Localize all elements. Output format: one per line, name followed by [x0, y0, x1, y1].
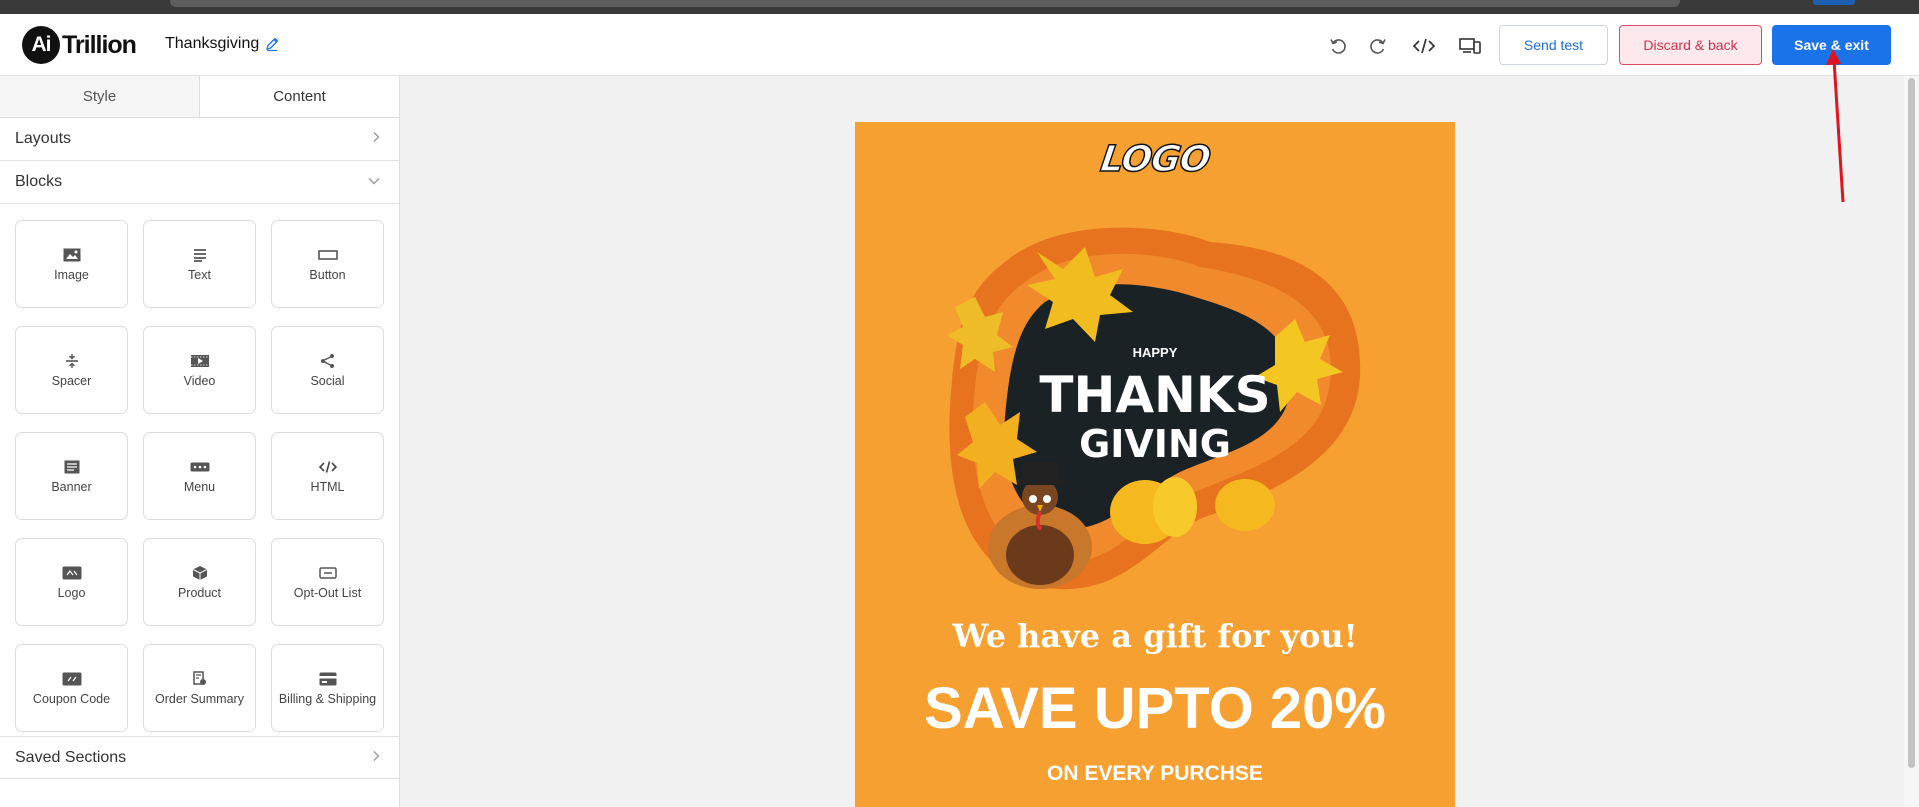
block-label: Coupon Code — [32, 692, 111, 706]
block-label: Text — [188, 268, 211, 282]
sidebar-tabs: Style Content — [0, 76, 399, 118]
hero-line1-text: THANKS — [1039, 366, 1270, 424]
block-label: Banner — [51, 480, 92, 494]
chevron-right-icon — [371, 749, 381, 767]
saved-sections-label: Saved Sections — [15, 748, 127, 766]
video-icon — [190, 352, 210, 370]
coupon-icon — [62, 670, 82, 688]
block-label: Button — [309, 268, 346, 282]
block-coupon-code[interactable]: Coupon Code — [15, 644, 128, 732]
block-spacer[interactable]: Spacer — [15, 326, 128, 414]
top-bar: Ai Trillion Thanksgiving Send test Disca… — [0, 14, 1919, 76]
thanksgiving-hero-image[interactable]: HAPPY THANKS GIVING — [945, 207, 1365, 602]
block-text[interactable]: Text — [143, 220, 256, 308]
block-label: Social — [310, 374, 345, 388]
redo-icon[interactable] — [1365, 33, 1391, 59]
code-view-icon[interactable] — [1411, 33, 1437, 59]
browser-address-strip — [170, 0, 1680, 7]
campaign-title: Thanksgiving — [165, 35, 280, 53]
block-label: Image — [54, 268, 89, 282]
save-exit-button[interactable]: Save & exit — [1772, 25, 1891, 65]
block-menu[interactable]: Menu — [143, 432, 256, 520]
brand-logo[interactable]: Ai Trillion — [22, 26, 137, 64]
block-label: HTML — [310, 480, 345, 494]
tab-style[interactable]: Style — [0, 76, 199, 117]
order-icon — [192, 670, 207, 688]
campaign-name: Thanksgiving — [165, 35, 260, 52]
canvas-scrollbar[interactable] — [1904, 76, 1919, 807]
browser-chrome-strip — [0, 0, 1919, 14]
hero-small-text: HAPPY — [1133, 345, 1178, 360]
block-logo[interactable]: Logo — [15, 538, 128, 626]
block-html[interactable]: HTML — [271, 432, 384, 520]
email-preview[interactable]: LOGO HAPPY THANKS GIVING We have a gift … — [855, 122, 1455, 807]
block-order-summary[interactable]: Order Summary — [143, 644, 256, 732]
block-banner[interactable]: Banner — [15, 432, 128, 520]
block-billing-shipping[interactable]: Billing & Shipping — [271, 644, 384, 732]
chevron-down-icon — [367, 173, 381, 191]
email-headline[interactable]: We have a gift for you! — [855, 617, 1455, 655]
blocks-grid: Image Text Button Spacer Video Social Ba… — [0, 204, 399, 736]
blocks-section-header[interactable]: Blocks — [0, 161, 399, 204]
editor-sidebar: Style Content Layouts Blocks Image Text … — [0, 76, 400, 807]
logo-text: LOGO — [1097, 138, 1213, 181]
product-icon — [192, 564, 208, 582]
block-label: Spacer — [51, 374, 92, 388]
block-image[interactable]: Image — [15, 220, 128, 308]
tab-content[interactable]: Content — [199, 76, 399, 117]
block-label: Product — [177, 586, 222, 600]
share-icon — [320, 352, 336, 370]
email-subline[interactable]: ON EVERY PURCHSE — [855, 762, 1455, 786]
edit-pencil-icon[interactable] — [264, 36, 280, 52]
spacer-icon — [65, 352, 79, 370]
saved-sections-header[interactable]: Saved Sections — [0, 736, 399, 779]
email-offer[interactable]: SAVE UPTO 20% — [855, 675, 1455, 742]
optout-icon — [318, 564, 337, 582]
block-video[interactable]: Video — [143, 326, 256, 414]
block-label: Logo — [57, 586, 86, 600]
block-opt-out-list[interactable]: Opt-Out List — [271, 538, 384, 626]
code-icon — [318, 458, 338, 476]
menu-icon — [190, 458, 210, 476]
browser-accent-mark — [1813, 0, 1855, 5]
block-social[interactable]: Social — [271, 326, 384, 414]
brand-badge: Ai — [22, 26, 60, 64]
block-label: Menu — [183, 480, 216, 494]
card-icon — [319, 670, 337, 688]
block-label: Video — [183, 374, 216, 388]
layouts-label: Layouts — [15, 130, 72, 147]
banner-icon — [64, 458, 80, 476]
block-label: Billing & Shipping — [278, 692, 377, 706]
button-icon — [317, 246, 338, 264]
brand-name: Trillion — [62, 30, 137, 59]
blocks-label: Blocks — [15, 173, 63, 190]
block-button[interactable]: Button — [271, 220, 384, 308]
block-product[interactable]: Product — [143, 538, 256, 626]
send-test-button[interactable]: Send test — [1499, 25, 1608, 65]
block-label: Opt-Out List — [293, 586, 362, 600]
scrollbar-thumb[interactable] — [1908, 78, 1915, 768]
email-logo[interactable]: LOGO — [855, 138, 1455, 181]
text-icon — [193, 246, 207, 264]
devices-preview-icon[interactable] — [1457, 33, 1483, 59]
block-label: Order Summary — [155, 692, 244, 706]
logo-icon — [62, 564, 82, 582]
chevron-right-icon — [371, 130, 381, 148]
image-icon — [63, 246, 81, 264]
discard-back-button[interactable]: Discard & back — [1619, 25, 1762, 65]
hero-line2-text: GIVING — [1079, 422, 1231, 466]
undo-icon[interactable] — [1325, 33, 1351, 59]
layouts-section-header[interactable]: Layouts — [0, 118, 399, 161]
